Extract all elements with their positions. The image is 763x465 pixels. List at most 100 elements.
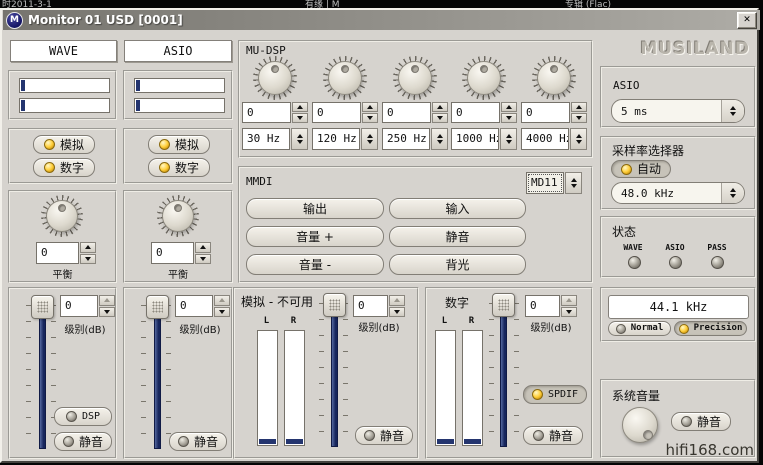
asio-analog-button[interactable]: 模拟 (148, 135, 210, 154)
asio-balance-knob[interactable] (157, 195, 199, 237)
wave-balance-knob[interactable] (41, 195, 83, 237)
eq-band1-knob[interactable] (253, 56, 297, 100)
eq-band4-freq-spinner[interactable]: 1000 Hz (451, 128, 517, 150)
spin-down-button[interactable] (362, 113, 378, 123)
mmdi-volume-down-button[interactable]: 音量 - (246, 254, 384, 275)
eq-band5-gain-spinner[interactable]: 0 (521, 102, 587, 123)
system-volume-knob[interactable] (622, 407, 658, 443)
eq-band4-gain-value[interactable]: 0 (451, 102, 500, 123)
wave-dsp-button[interactable]: DSP (54, 407, 112, 426)
eq-band1-freq-value[interactable]: 30 Hz (242, 128, 290, 150)
asio-latency-spinner[interactable]: 5 ms (611, 99, 745, 123)
asio-balance-value[interactable]: 0 (151, 242, 194, 264)
spin-down-button[interactable] (99, 307, 115, 318)
spin-down-button[interactable] (195, 254, 211, 265)
mmdi-mute-button[interactable]: 静音 (389, 226, 526, 247)
spin-up-button[interactable] (80, 242, 96, 253)
eq-band4-knob[interactable] (462, 56, 506, 100)
eq-band5-freq-spinner[interactable]: 4000 Hz (521, 128, 587, 150)
wave-fader-track[interactable] (39, 302, 46, 449)
spin-down-button[interactable] (292, 113, 308, 123)
digital-mute-button[interactable]: 静音 (523, 426, 583, 445)
spin-down-button[interactable] (389, 307, 405, 318)
asio-fader-track[interactable] (154, 302, 161, 449)
spin-updown-button[interactable] (291, 128, 308, 150)
mmdi-device-spinner[interactable]: MD11 (526, 172, 582, 194)
asio-level-spinner[interactable]: 0 (175, 295, 230, 317)
spin-up-button[interactable] (362, 102, 378, 112)
analog-level-value[interactable]: 0 (353, 295, 388, 317)
eq-band1-freq-spinner[interactable]: 30 Hz (242, 128, 308, 150)
spdif-button[interactable]: SPDIF (523, 385, 587, 404)
mmdi-device-value[interactable]: MD11 (526, 172, 564, 194)
wave-analog-button[interactable]: 模拟 (33, 135, 95, 154)
digital-fader-track[interactable] (500, 300, 507, 447)
eq-band5-freq-value[interactable]: 4000 Hz (521, 128, 569, 150)
eq-band2-freq-spinner[interactable]: 120 Hz (312, 128, 378, 150)
analog-fader-track[interactable] (331, 300, 338, 447)
spin-updown-button[interactable] (500, 128, 517, 150)
eq-band5-gain-value[interactable]: 0 (521, 102, 570, 123)
system-mute-button[interactable]: 静音 (671, 412, 731, 431)
spin-up-button[interactable] (501, 102, 517, 112)
analog-fader-handle[interactable] (323, 293, 346, 317)
samplerate-value[interactable]: 48.0 kHz (612, 183, 721, 203)
eq-band2-gain-value[interactable]: 0 (312, 102, 361, 123)
wave-balance-value[interactable]: 0 (36, 242, 79, 264)
spin-up-button[interactable] (432, 102, 448, 112)
asio-balance-spinner[interactable]: 0 (151, 242, 211, 264)
digital-level-spinner[interactable]: 0 (525, 295, 577, 317)
eq-band5-knob[interactable] (532, 56, 576, 100)
digital-fader-handle[interactable] (492, 293, 515, 317)
asio-latency-value[interactable]: 5 ms (612, 100, 721, 122)
spin-updown-button[interactable] (570, 128, 587, 150)
mmdi-output-button[interactable]: 输出 (246, 198, 384, 219)
titlebar[interactable]: M Monitor 01 USD [0001] ✕ (3, 10, 760, 30)
eq-band3-knob[interactable] (393, 56, 437, 100)
mmdi-input-button[interactable]: 输入 (389, 198, 526, 219)
analog-mute-button[interactable]: 静音 (355, 426, 413, 445)
spin-up-button[interactable] (389, 295, 405, 306)
mmdi-backlight-button[interactable]: 背光 (389, 254, 526, 275)
eq-band4-freq-value[interactable]: 1000 Hz (451, 128, 499, 150)
spin-up-button[interactable] (561, 295, 577, 306)
wave-digital-button[interactable]: 数字 (33, 158, 95, 177)
spin-up-button[interactable] (99, 295, 115, 306)
wave-balance-spinner[interactable]: 0 (36, 242, 96, 264)
spin-down-button[interactable] (571, 113, 587, 123)
eq-band2-knob[interactable] (323, 56, 367, 100)
eq-band1-gain-spinner[interactable]: 0 (242, 102, 308, 123)
asio-level-value[interactable]: 0 (175, 295, 213, 317)
clock-normal-button[interactable]: Normal (608, 321, 671, 336)
eq-band4-gain-spinner[interactable]: 0 (451, 102, 517, 123)
eq-band3-gain-spinner[interactable]: 0 (382, 102, 448, 123)
spin-up-button[interactable] (195, 242, 211, 253)
asio-mute-button[interactable]: 静音 (169, 432, 227, 451)
spin-down-button[interactable] (501, 113, 517, 123)
eq-band2-gain-spinner[interactable]: 0 (312, 102, 378, 123)
eq-band3-freq-value[interactable]: 250 Hz (382, 128, 430, 150)
spin-up-button[interactable] (214, 295, 230, 306)
asio-digital-button[interactable]: 数字 (148, 158, 210, 177)
wave-fader-handle[interactable] (31, 295, 54, 319)
spin-updown-button[interactable] (721, 100, 744, 122)
wave-level-spinner[interactable]: 0 (60, 295, 115, 317)
spin-updown-button[interactable] (431, 128, 448, 150)
spin-updown-button[interactable] (565, 172, 582, 194)
spin-down-button[interactable] (214, 307, 230, 318)
samplerate-auto-button[interactable]: 自动 (611, 160, 671, 178)
wave-mute-button[interactable]: 静音 (54, 432, 112, 451)
close-button[interactable]: ✕ (737, 12, 757, 29)
mmdi-volume-up-button[interactable]: 音量 + (246, 226, 384, 247)
eq-band1-gain-value[interactable]: 0 (242, 102, 291, 123)
digital-level-value[interactable]: 0 (525, 295, 560, 317)
asio-fader-handle[interactable] (146, 295, 169, 319)
eq-band3-gain-value[interactable]: 0 (382, 102, 431, 123)
spin-down-button[interactable] (561, 307, 577, 318)
spin-down-button[interactable] (432, 113, 448, 123)
spin-updown-button[interactable] (721, 183, 744, 203)
samplerate-spinner[interactable]: 48.0 kHz (611, 182, 745, 204)
spin-up-button[interactable] (292, 102, 308, 112)
spin-up-button[interactable] (571, 102, 587, 112)
spin-updown-button[interactable] (361, 128, 378, 150)
